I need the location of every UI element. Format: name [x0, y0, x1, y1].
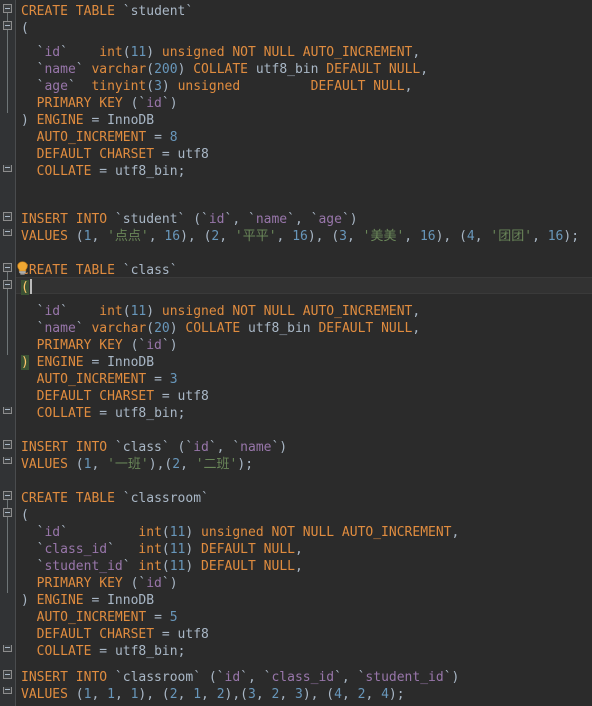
code-line-17[interactable]: CREATE TABLE `class` — [0, 262, 592, 279]
code-line-40[interactable]: COLLATE = utf8_bin; — [0, 643, 592, 660]
code-line-28[interactable]: INSERT INTO `class` (`id`, `name`) — [0, 439, 592, 456]
fold-student-paren[interactable] — [3, 21, 12, 30]
code-line-8[interactable]: ) ENGINE = InnoDB — [0, 112, 592, 129]
fold-room-insert[interactable] — [3, 670, 12, 679]
code-line-32[interactable]: ( — [0, 507, 592, 524]
fold-class-paren-line — [7, 289, 8, 355]
editor-gutter[interactable] — [0, 0, 16, 706]
fold-room-values[interactable] — [3, 687, 12, 694]
fold-student-paren-line — [7, 30, 8, 113]
code-line-1[interactable]: CREATE TABLE `student` — [0, 3, 592, 20]
fold-room-tail[interactable] — [3, 645, 12, 652]
fold-room-paren-line — [7, 517, 8, 593]
code-line-34[interactable]: `class_id` int(11) DEFAULT NULL, — [0, 541, 592, 558]
code-line-38[interactable]: AUTO_INCREMENT = 5 — [0, 609, 592, 626]
code-line-15[interactable]: VALUES (1, '点点', 16), (2, '平平', 16), (3,… — [0, 228, 592, 245]
code-line-23[interactable]: ) ENGINE = InnoDB — [0, 354, 592, 371]
code-line-35[interactable]: `student_id` int(11) DEFAULT NULL, — [0, 558, 592, 575]
fold-class-create[interactable] — [3, 263, 12, 272]
code-line-39[interactable]: DEFAULT CHARSET = utf8 — [0, 626, 592, 643]
text-caret — [30, 279, 32, 294]
code-line-37[interactable]: ) ENGINE = InnoDB — [0, 592, 592, 609]
gutter-separator — [15, 0, 16, 706]
fold-student-create[interactable] — [3, 4, 12, 13]
fold-student-insert[interactable] — [3, 212, 12, 221]
fold-class-values[interactable] — [3, 457, 12, 464]
fold-room-create[interactable] — [3, 491, 12, 500]
code-line-43[interactable]: VALUES (1, 1, 1), (2, 1, 2),(3, 2, 3), (… — [0, 686, 592, 703]
code-line-5[interactable]: `name` varchar(200) COLLATE utf8_bin DEF… — [0, 61, 592, 78]
code-line-33[interactable]: `id` int(11) unsigned NOT NULL AUTO_INCR… — [0, 524, 592, 541]
code-line-18[interactable]: ( — [0, 279, 592, 296]
code-line-21[interactable]: `name` varchar(20) COLLATE utf8_bin DEFA… — [0, 320, 592, 337]
code-text-area[interactable]: CREATE TABLE `student`( `id` int(11) uns… — [0, 0, 592, 706]
code-line-31[interactable]: CREATE TABLE `classroom` — [0, 490, 592, 507]
code-line-26[interactable]: COLLATE = utf8_bin; — [0, 405, 592, 422]
code-line-36[interactable]: PRIMARY KEY (`id`) — [0, 575, 592, 592]
fold-class-paren[interactable] — [3, 280, 12, 289]
code-line-22[interactable]: PRIMARY KEY (`id`) — [0, 337, 592, 354]
intention-lightbulb-icon[interactable] — [16, 261, 29, 275]
code-line-6[interactable]: `age` tinyint(3) unsigned DEFAULT NULL, — [0, 78, 592, 95]
code-line-4[interactable]: `id` int(11) unsigned NOT NULL AUTO_INCR… — [0, 44, 592, 61]
code-line-10[interactable]: DEFAULT CHARSET = utf8 — [0, 146, 592, 163]
fold-class-tail[interactable] — [3, 407, 12, 414]
fold-class-insert[interactable] — [3, 440, 12, 449]
fold-student-tail[interactable] — [3, 165, 12, 172]
code-line-2[interactable]: ( — [0, 20, 592, 37]
code-line-24[interactable]: AUTO_INCREMENT = 3 — [0, 371, 592, 388]
code-line-29[interactable]: VALUES (1, '一班'),(2, '二班'); — [0, 456, 592, 473]
sql-code-editor[interactable]: CREATE TABLE `student`( `id` int(11) uns… — [0, 0, 592, 706]
code-line-7[interactable]: PRIMARY KEY (`id`) — [0, 95, 592, 112]
code-line-11[interactable]: COLLATE = utf8_bin; — [0, 163, 592, 180]
fold-student-values[interactable] — [3, 229, 12, 236]
code-line-25[interactable]: DEFAULT CHARSET = utf8 — [0, 388, 592, 405]
code-line-20[interactable]: `id` int(11) unsigned NOT NULL AUTO_INCR… — [0, 303, 592, 320]
fold-room-paren[interactable] — [3, 508, 12, 517]
code-line-14[interactable]: INSERT INTO `student` (`id`, `name`, `ag… — [0, 211, 592, 228]
code-line-9[interactable]: AUTO_INCREMENT = 8 — [0, 129, 592, 146]
code-line-42[interactable]: INSERT INTO `classroom` (`id`, `class_id… — [0, 669, 592, 686]
